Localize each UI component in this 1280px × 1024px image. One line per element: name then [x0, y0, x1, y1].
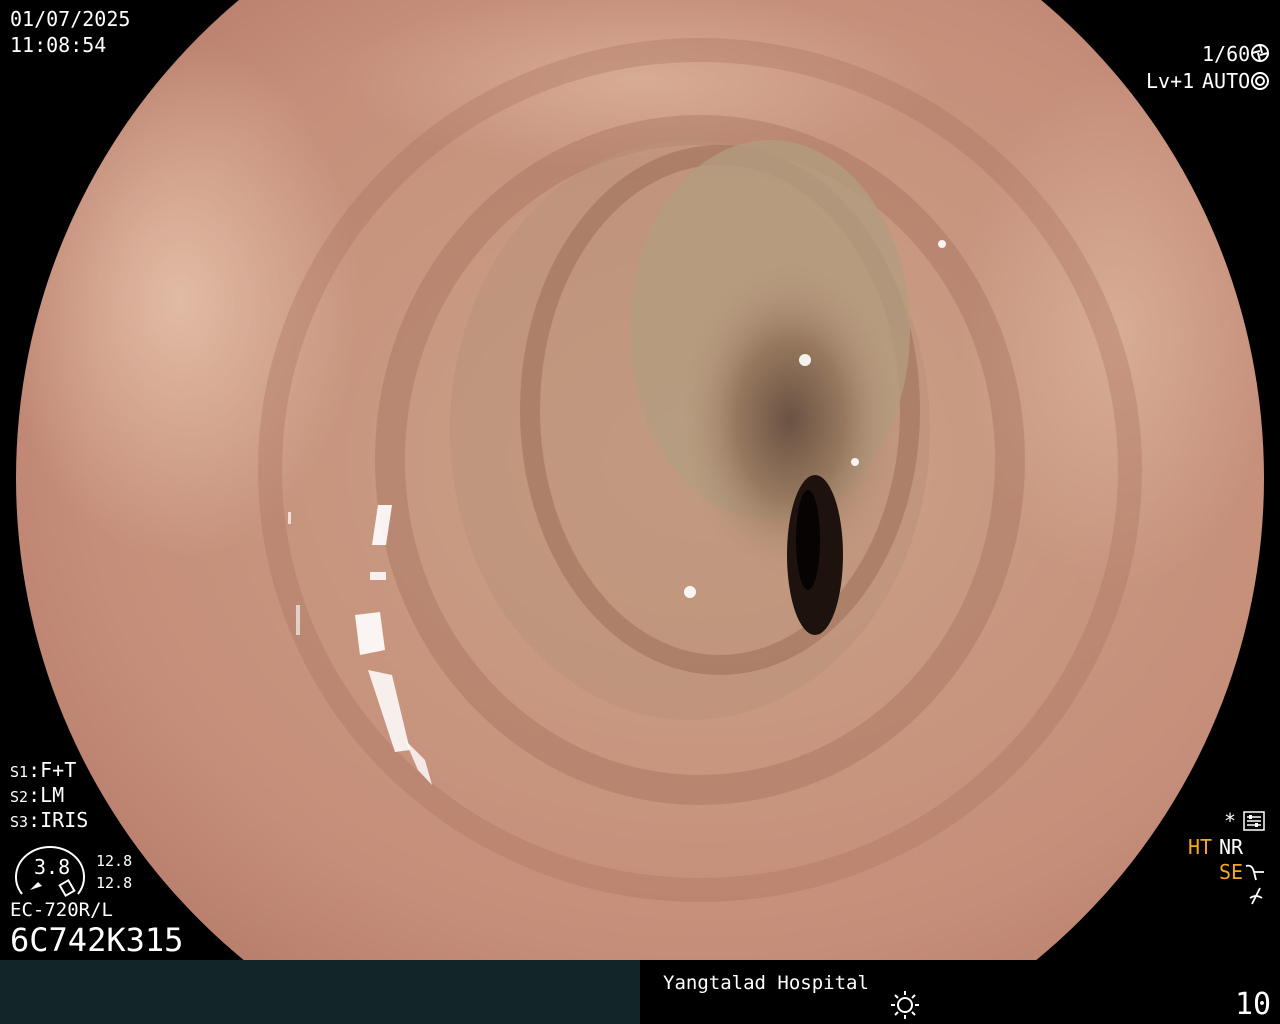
se-indicator: SE [1219, 860, 1244, 884]
bottom-bar-right: Yangtalad Hospital 10 [640, 960, 1280, 1024]
setting-value: F+T [40, 758, 77, 782]
iris-mode: AUTO [1202, 69, 1251, 93]
gauge-side-top: 12.8 [96, 852, 133, 870]
setting-key: S3 [10, 813, 29, 831]
gauge-value: 3.8 [34, 855, 71, 879]
hospital-name: Yangtalad Hospital [663, 972, 869, 994]
scope-model: EC-720R/L [10, 899, 113, 921]
endoscopy-image [0, 0, 1280, 1024]
bottom-bar: Yangtalad Hospital 10 [0, 960, 1280, 1024]
setting-s1: S1:F+T [10, 758, 77, 782]
shutter-icon [1251, 44, 1269, 62]
shutter-speed: 1/60 [1202, 42, 1251, 66]
setting-s3: S3:IRIS [10, 808, 89, 832]
brightness-level: Lv+1 [1146, 69, 1195, 93]
light-icon [891, 991, 919, 1019]
setting-value: LM [40, 783, 65, 807]
nr-indicator: NR [1219, 835, 1244, 859]
settings-panel-icon [1243, 811, 1265, 831]
scope-serial: 6C742K315 [10, 921, 184, 959]
setting-key: S1 [10, 763, 29, 781]
time-display: 11:08:54 [10, 33, 107, 57]
ht-indicator: HT [1188, 835, 1213, 859]
setting-value: IRIS [40, 808, 89, 832]
gauge-side-bottom: 12.8 [96, 874, 133, 892]
setting-key: S2 [10, 788, 29, 806]
setting-s2: S2:LM [10, 783, 65, 807]
structure-enhance-icon [1245, 864, 1264, 881]
image-count: 10 [1235, 987, 1272, 1022]
edge-icon [1249, 887, 1263, 905]
bottom-bar-left [0, 960, 640, 1024]
asterisk-indicator: * [1224, 809, 1237, 833]
iris-icon [1251, 72, 1269, 90]
date-display: 01/07/2025 [10, 7, 131, 31]
